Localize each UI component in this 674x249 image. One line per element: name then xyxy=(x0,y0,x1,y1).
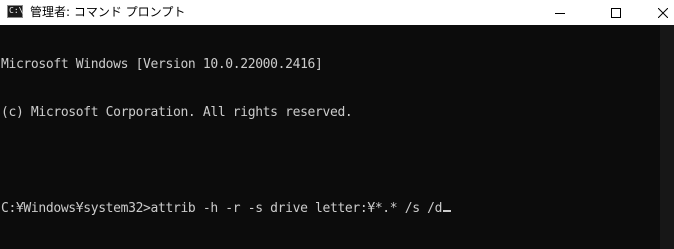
console-line: (c) Microsoft Corporation. All rights re… xyxy=(1,105,353,120)
minimize-icon xyxy=(555,12,565,14)
vertical-scrollbar[interactable] xyxy=(660,25,674,249)
cmd-app-icon[interactable]: C:\ xyxy=(7,5,23,18)
command-input-text[interactable]: C:¥Windows¥system32>attrib -h -r -s driv… xyxy=(1,201,442,216)
console-prompt-line[interactable]: C:¥Windows¥system32>attrib -h -r -s driv… xyxy=(1,201,660,217)
command-prompt-window: C:\ 管理者: コマンド プロンプト Microsoft Windows [V… xyxy=(0,0,674,249)
maximize-icon xyxy=(611,7,621,18)
close-button[interactable] xyxy=(640,0,674,25)
close-icon xyxy=(658,7,668,18)
console-output[interactable]: Microsoft Windows [Version 10.0.22000.24… xyxy=(0,25,660,249)
minimize-button[interactable] xyxy=(537,0,583,25)
title-bar[interactable]: C:\ 管理者: コマンド プロンプト xyxy=(0,0,674,25)
maximize-button[interactable] xyxy=(593,0,639,25)
console-line: Microsoft Windows [Version 10.0.22000.24… xyxy=(1,57,323,72)
text-cursor xyxy=(443,210,452,212)
window-title: 管理者: コマンド プロンプト xyxy=(30,5,186,19)
cmd-icon-glyph: C:\ xyxy=(9,6,24,15)
